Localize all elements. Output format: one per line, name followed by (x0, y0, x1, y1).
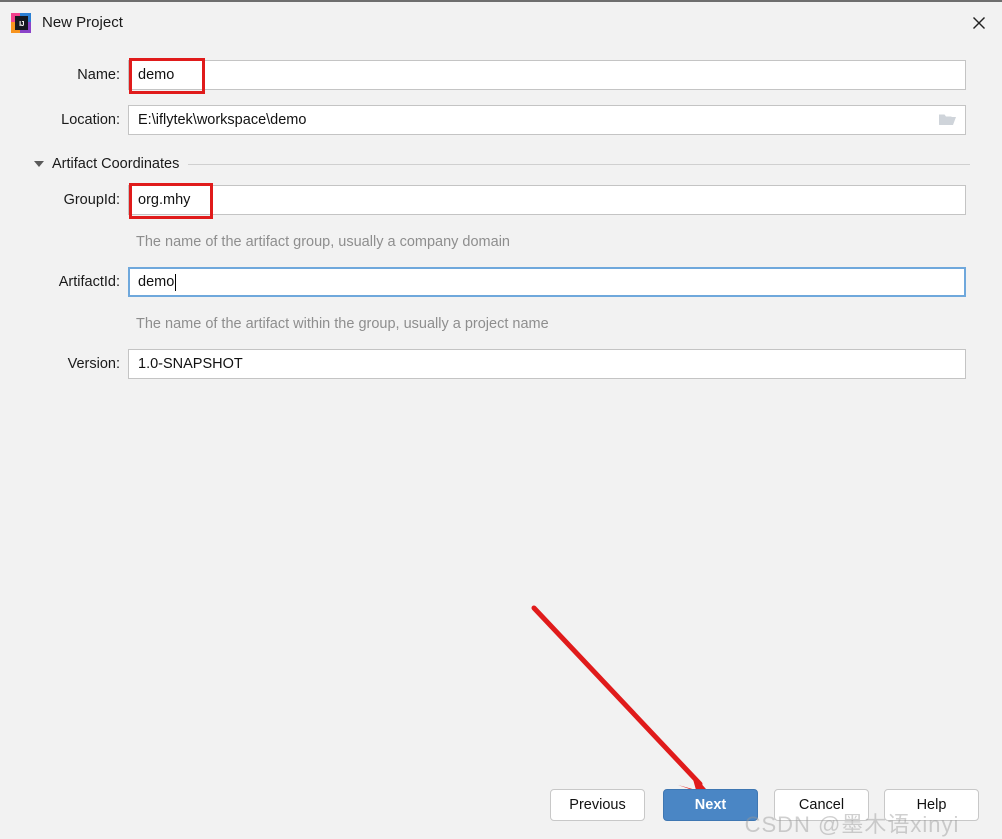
artifactid-label: ArtifactId: (58, 274, 120, 290)
artifactid-value: demo (138, 274, 175, 290)
groupid-row: GroupId: org.mhy (0, 185, 1002, 215)
name-input[interactable]: demo (128, 60, 966, 90)
close-icon (973, 17, 985, 29)
section-title: Artifact Coordinates (52, 156, 180, 172)
location-value: E:\iflytek\workspace\demo (138, 112, 307, 128)
app-icon-text: IJ (19, 21, 24, 28)
window-title: New Project (42, 14, 123, 31)
version-row: Version: 1.0-SNAPSHOT (0, 349, 1002, 379)
version-label: Version: (67, 356, 120, 372)
title-bar: IJ New Project (0, 4, 1002, 42)
previous-button[interactable]: Previous (550, 789, 645, 821)
groupid-input[interactable]: org.mhy (128, 185, 966, 215)
close-button[interactable] (956, 4, 1002, 42)
location-input[interactable]: E:\iflytek\workspace\demo (128, 105, 966, 135)
cancel-button[interactable]: Cancel (774, 789, 869, 821)
artifactid-row: ArtifactId: demo (0, 267, 1002, 297)
section-divider (188, 163, 970, 165)
dialog-button-bar: Previous Next Cancel Help (0, 781, 1002, 837)
chevron-down-icon[interactable] (34, 161, 44, 167)
artifactid-hint: The name of the artifact within the grou… (136, 316, 549, 332)
text-caret (175, 273, 177, 291)
new-project-dialog: IJ New Project Name: demo Location: E:\i… (0, 0, 1002, 837)
name-row: Name: demo (0, 60, 1002, 90)
groupid-label: GroupId: (63, 192, 120, 208)
version-input[interactable]: 1.0-SNAPSHOT (128, 349, 966, 379)
folder-icon[interactable] (938, 113, 957, 128)
artifact-coordinates-section-header[interactable]: Artifact Coordinates (0, 154, 1002, 174)
name-label: Name: (77, 67, 120, 83)
location-row: Location: E:\iflytek\workspace\demo (0, 105, 1002, 135)
next-button[interactable]: Next (663, 789, 758, 821)
intellij-idea-icon: IJ (11, 13, 31, 33)
project-form: Name: demo Location: E:\iflytek\workspac… (0, 42, 1002, 782)
location-label: Location: (61, 112, 120, 128)
help-button[interactable]: Help (884, 789, 979, 821)
groupid-hint: The name of the artifact group, usually … (136, 234, 510, 250)
artifactid-input[interactable]: demo (128, 267, 966, 297)
